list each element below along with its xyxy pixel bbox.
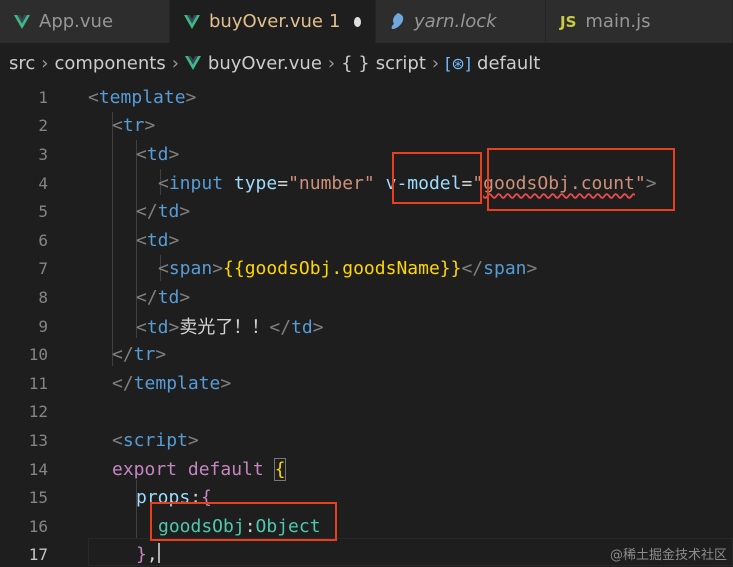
line-number: 5 — [38, 202, 48, 222]
code-line: 8 </td> — [0, 283, 733, 312]
td-tag: td — [291, 317, 313, 339]
input-tag: input — [168, 172, 224, 194]
highlight-box-props — [150, 502, 337, 541]
code-line: 7 <span>{{goodsObj.goodsName}}</span> — [0, 255, 733, 284]
code-editor[interactable]: 1 <template> 2 <tr> 3 <td> 4 <input type… — [0, 83, 733, 567]
line-number: 8 — [38, 287, 48, 307]
code-line: 10 </tr> — [0, 340, 733, 369]
td-tag: td — [146, 229, 169, 251]
vue-icon — [184, 56, 201, 70]
script-tag: script — [122, 429, 188, 451]
unsaved-dot-icon[interactable] — [354, 16, 361, 27]
line-number: 13 — [28, 430, 48, 450]
code-line: 14 export default { — [0, 455, 733, 484]
line-number: 14 — [28, 459, 48, 479]
breadcrumb-components[interactable]: components — [54, 53, 165, 74]
code-line: 12 — [0, 398, 733, 427]
line-number: 17 — [28, 545, 48, 565]
sold-out-text: 卖光了！！ — [179, 317, 270, 339]
tab-bar: App.vue buyOver.vue 1 yarn.lock JS main.… — [0, 0, 733, 43]
breadcrumb-file[interactable]: buyOver.vue — [208, 53, 322, 74]
line-number: 7 — [38, 259, 48, 279]
code-line: 13 <script> — [0, 426, 733, 455]
td-tag: td — [157, 201, 180, 223]
vue-icon — [14, 14, 30, 29]
line-number: 10 — [28, 345, 48, 365]
line-number: 2 — [38, 116, 48, 136]
yarn-icon — [390, 13, 405, 30]
tab-yarn-lock[interactable]: yarn.lock — [376, 0, 546, 43]
code-line: 15 props:{ — [0, 483, 733, 512]
chevron-right-icon: › — [327, 52, 336, 74]
type-attr: type — [233, 172, 278, 194]
line-number: 16 — [28, 516, 48, 536]
vue-icon — [184, 14, 200, 29]
tab-label: App.vue — [39, 11, 114, 32]
tr-tag: tr — [133, 344, 156, 366]
span-tag: span — [168, 258, 213, 280]
tr-tag: tr — [122, 115, 145, 137]
chevron-right-icon: › — [171, 52, 179, 74]
code-line: 16 goodsObj:Object — [0, 512, 733, 541]
tab-main-js[interactable]: JS main.js — [546, 0, 733, 43]
code-line: 2 <tr> — [0, 112, 733, 141]
template-tag: template — [133, 372, 221, 394]
highlight-box-vmodel — [392, 152, 482, 204]
code-line: 6 <td> — [0, 226, 733, 255]
default-keyword: default — [187, 458, 264, 480]
line-number: 3 — [38, 144, 48, 164]
export-keyword: export — [112, 458, 178, 480]
code-line: 9 <td>卖光了！！</td> — [0, 312, 733, 341]
code-line: 1 <template> — [0, 83, 733, 112]
line-number: 12 — [28, 402, 48, 422]
tab-label: main.js — [585, 11, 651, 32]
chevron-right-icon: › — [41, 52, 49, 74]
line-number: 15 — [28, 488, 48, 508]
tab-label: yarn.lock — [414, 11, 497, 32]
td-tag: td — [146, 143, 169, 165]
breadcrumb-script[interactable]: script — [376, 53, 426, 74]
breadcrumb: src › components › buyOver.vue › { } scr… — [0, 43, 733, 83]
line-number: 9 — [38, 316, 48, 336]
tab-label: buyOver.vue — [209, 11, 323, 32]
braces-icon: { } — [341, 52, 370, 74]
tab-app-vue[interactable]: App.vue — [0, 0, 170, 43]
line-number: 1 — [38, 87, 48, 107]
td-tag: td — [157, 286, 180, 308]
watermark-text: @稀土掘金技术社区 — [609, 548, 727, 563]
variable-icon: [⊛] — [445, 53, 472, 73]
type-value: "number" — [288, 172, 375, 194]
line-number: 6 — [38, 230, 48, 250]
chevron-right-icon: › — [431, 52, 440, 74]
span-tag: span — [483, 258, 527, 280]
highlight-box-count — [487, 148, 675, 211]
tab-buyover-vue[interactable]: buyOver.vue 1 — [170, 0, 376, 43]
text-cursor — [158, 543, 160, 563]
template-tag: template — [98, 86, 186, 108]
code-line: 11 </template> — [0, 369, 733, 398]
interpolation-expr: {{goodsObj.goodsName}} — [223, 258, 462, 280]
line-number: 4 — [38, 173, 48, 193]
line-number: 11 — [28, 373, 48, 393]
td-tag: td — [146, 317, 169, 339]
problem-count-badge: 1 — [329, 11, 341, 32]
js-icon: JS — [560, 12, 577, 31]
breadcrumb-default[interactable]: default — [477, 53, 540, 74]
breadcrumb-src[interactable]: src — [9, 53, 35, 74]
